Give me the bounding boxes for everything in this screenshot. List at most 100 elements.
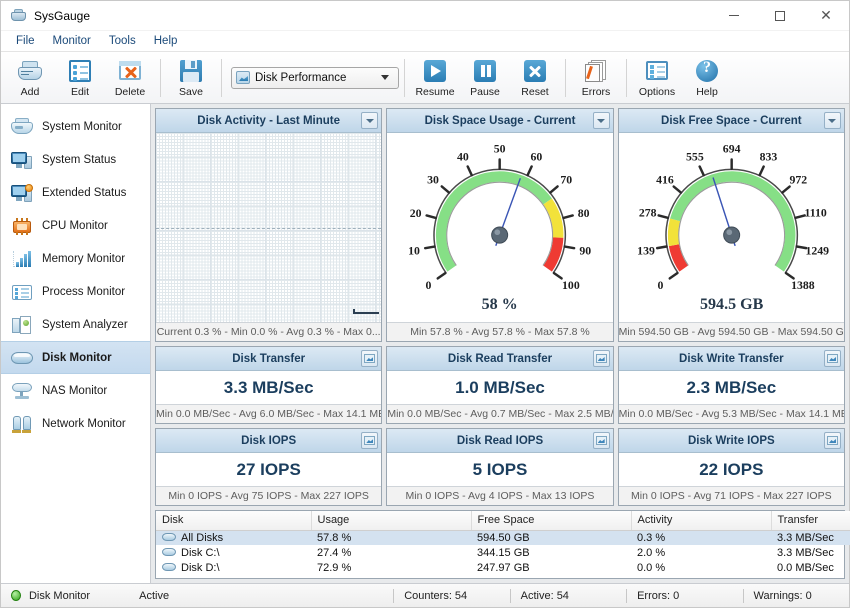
gauge-tick-label: 80 (578, 206, 590, 220)
menu-item-monitor[interactable]: Monitor (44, 33, 100, 49)
cell-free-space: 247.97 GB (471, 560, 631, 575)
resume-button[interactable]: Resume (410, 54, 460, 102)
save-button[interactable]: Save (166, 54, 216, 102)
cell-disk: Disk D:\ (156, 560, 311, 575)
panel-menu-button[interactable] (361, 112, 378, 129)
gauge-bezel-outer (666, 169, 797, 272)
gauge-tick-label: 1388 (791, 278, 815, 292)
gauge-tick (669, 273, 677, 278)
help-button[interactable]: ? Help (682, 54, 732, 102)
panel-title: Disk Write IOPS (688, 435, 775, 447)
menu-item-help[interactable]: Help (145, 33, 187, 49)
sidebar-item-system-status[interactable]: System Status (1, 143, 150, 176)
maximize-button[interactable] (757, 1, 803, 31)
save-button-label: Save (179, 86, 203, 98)
panel-value-area: 22 IOPS (619, 453, 844, 486)
gauge-tick-label: 100 (562, 278, 580, 292)
panel-value: 5 IOPS (473, 460, 528, 480)
help-button-label: Help (696, 86, 718, 98)
panel-chart-button[interactable] (593, 350, 610, 367)
profile-combo[interactable]: Disk Performance (231, 67, 399, 89)
memory-chart-icon (11, 249, 33, 269)
gauge-tick-label: 694 (722, 141, 740, 155)
process-list-icon (11, 282, 33, 302)
column-header-activity[interactable]: Activity (631, 511, 771, 530)
profile-combo-value: Disk Performance (255, 72, 381, 84)
chart-trace-step (353, 309, 355, 314)
status-monitor: Disk Monitor (29, 584, 135, 608)
reset-button-label: Reset (521, 86, 548, 98)
sidebar-item-extended-status[interactable]: Extended Status (1, 176, 150, 209)
panel-chart-button[interactable] (824, 432, 841, 449)
pause-button[interactable]: Pause (460, 54, 510, 102)
gauge-tick (528, 167, 532, 176)
panel-header: Disk Read IOPS (387, 429, 612, 453)
system-monitor-icon (11, 117, 33, 137)
chart-icon (236, 71, 250, 84)
status-errors: Errors: 0 (637, 584, 733, 608)
disk-icon (11, 348, 33, 368)
add-button-label: Add (21, 86, 40, 98)
column-header-disk[interactable]: Disk (156, 511, 311, 530)
sidebar-item-process-monitor[interactable]: Process Monitor (1, 275, 150, 308)
panel-menu-button[interactable] (824, 112, 841, 129)
delete-button[interactable]: Delete (105, 54, 155, 102)
disk-table[interactable]: Disk Usage Free Space Activity Transfer … (155, 510, 845, 579)
disk-icon (162, 547, 176, 557)
gauge-tick (565, 247, 574, 249)
table-row[interactable]: Disk C:\27.4 %344.15 GB2.0 %3.3 MB/Sec27… (156, 545, 850, 560)
cell-transfer: 3.3 MB/Sec (771, 530, 850, 545)
sidebar-item-memory-monitor[interactable]: Memory Monitor (1, 242, 150, 275)
errors-button-label: Errors (582, 86, 611, 98)
panel-chart-button[interactable] (361, 350, 378, 367)
panel-disk-space-usage: Disk Space Usage - Current 0102030405060… (386, 108, 613, 342)
menu-bar: File Monitor Tools Help (1, 31, 849, 52)
sidebar-item-nas-monitor[interactable]: NAS Monitor (1, 374, 150, 407)
panel-footer-text: Min 0 IOPS - Avg 75 IOPS - Max 227 IOPS (168, 490, 369, 502)
edit-button-label: Edit (71, 86, 89, 98)
reset-button[interactable]: Reset (510, 54, 560, 102)
toolbar: Add Edit Delete Save (1, 52, 849, 104)
edit-button[interactable]: Edit (55, 54, 105, 102)
minimize-button[interactable] (711, 1, 757, 31)
panel-header: Disk IOPS (156, 429, 381, 453)
menu-item-file[interactable]: File (7, 33, 44, 49)
sidebar-item-cpu-monitor[interactable]: CPU Monitor (1, 209, 150, 242)
sidebar: System Monitor System Status Extended St… (1, 104, 151, 583)
panel-title: Disk IOPS (241, 435, 296, 447)
panel-footer: Current 0.3 % - Min 0.0 % - Avg 0.3 % - … (156, 322, 381, 341)
panel-chart-button[interactable] (593, 432, 610, 449)
gauge-tick-label: 1110 (804, 206, 826, 220)
gauge-tick-label: 972 (789, 173, 807, 187)
panel-chart-button[interactable] (361, 432, 378, 449)
options-button[interactable]: Options (632, 54, 682, 102)
column-header-transfer[interactable]: Transfer (771, 511, 850, 530)
window-title: SysGauge (34, 9, 90, 23)
chart-icon (827, 354, 838, 363)
panel-chart-button[interactable] (824, 350, 841, 367)
panel-footer: Min 0 IOPS - Avg 71 IOPS - Max 227 IOPS (619, 486, 844, 505)
save-icon (178, 58, 204, 84)
sidebar-item-network-monitor[interactable]: Network Monitor (1, 407, 150, 440)
status-divider (393, 589, 394, 603)
panel-footer-text: Min 594.50 GB - Avg 594.50 GB - Max 594.… (619, 326, 844, 338)
status-bar: Disk Monitor Active Counters: 54 Active:… (1, 583, 849, 607)
panel-footer-text: Min 0.0 MB/Sec - Avg 6.0 MB/Sec - Max 14… (156, 408, 381, 420)
column-header-free-space[interactable]: Free Space (471, 511, 631, 530)
add-button[interactable]: Add (5, 54, 55, 102)
panel-menu-button[interactable] (593, 112, 610, 129)
close-button[interactable]: ✕ (803, 1, 849, 31)
errors-button[interactable]: Errors (571, 54, 621, 102)
column-header-usage[interactable]: Usage (311, 511, 471, 530)
sidebar-item-disk-monitor[interactable]: Disk Monitor (1, 341, 150, 374)
table-row[interactable]: All Disks57.8 %594.50 GB0.3 %3.3 MB/Sec2… (156, 530, 850, 545)
sidebar-item-system-monitor[interactable]: System Monitor (1, 110, 150, 143)
menu-item-tools[interactable]: Tools (100, 33, 145, 49)
panel-disk-free-space: Disk Free Space - Current 01392784165556… (618, 108, 845, 342)
table-row[interactable]: Disk D:\72.9 %247.97 GB0.0 %0.0 MB/Sec0 … (156, 560, 850, 575)
sidebar-item-system-analyzer[interactable]: System Analyzer (1, 308, 150, 341)
chart-icon (364, 436, 375, 445)
cell-free-space: 344.15 GB (471, 545, 631, 560)
gauge-hub (492, 227, 508, 243)
table-header-row: Disk Usage Free Space Activity Transfer … (156, 511, 850, 530)
